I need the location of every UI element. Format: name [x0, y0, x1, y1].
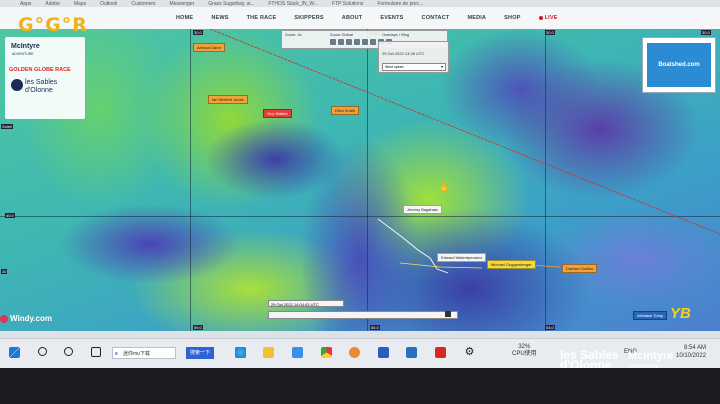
boat-label[interactable]: Jeremy Bagshaw: [403, 205, 442, 214]
time-control: 29 Oct 2022 14:04:43 UTC: [268, 300, 458, 320]
yb-logo: YB: [670, 305, 691, 322]
bookmark[interactable]: Maps: [74, 1, 86, 7]
zoom-label: Zoom: 4x: [285, 32, 302, 37]
overlays-label: Overlays / Wsg: [382, 32, 410, 37]
zoom-value: Zoom Global: [330, 32, 353, 37]
word-icon[interactable]: [378, 347, 389, 358]
cpu-meter: 32% CPU使用: [512, 344, 537, 358]
zoom-in-icon[interactable]: [330, 39, 336, 45]
time-slider[interactable]: [268, 311, 458, 319]
timebar-date: 29 Oct 2022 14:04:43 UTC: [268, 300, 344, 307]
overlay-select-value: Wind speed: [385, 65, 404, 69]
sables-logo: les Sables d'Olonne: [25, 79, 57, 95]
nav-contact[interactable]: CONTACT: [422, 15, 450, 21]
bookmark[interactable]: Customers: [131, 1, 155, 7]
overlay-panel: 29 Oct 2022 14:08 UTC Wind speed ▾: [378, 41, 449, 73]
tracks-layer: [209, 29, 720, 274]
boat-label[interactable]: Arnaud Gane: [193, 43, 225, 52]
app-icon[interactable]: [292, 347, 303, 358]
boat-label[interactable]: Elliot Smith: [331, 106, 360, 115]
windy-brand[interactable]: Windy.com: [10, 314, 52, 323]
sables-line-2: d'Olonne: [25, 87, 53, 94]
photos-icon[interactable]: [406, 347, 417, 358]
bookmark[interactable]: Grass Sugarbay, w...: [208, 1, 254, 7]
settings-icon[interactable]: ⚙: [464, 347, 475, 358]
search-icon[interactable]: [38, 347, 47, 356]
bookmark[interactable]: FTP Solutions: [332, 1, 363, 7]
boat-label[interactable]: Damien Guillou: [562, 264, 598, 273]
boat-label[interactable]: Michael Guggenberger: [487, 260, 536, 269]
cortana-icon[interactable]: [64, 347, 73, 356]
nav-media[interactable]: MEDIA: [467, 15, 486, 21]
fullscreen-icon[interactable]: [346, 39, 352, 45]
bookmark[interactable]: Formulaire de prec...: [377, 1, 423, 7]
overlay-select[interactable]: Wind speed ▾: [382, 63, 446, 71]
cpu-percent: 32%: [518, 344, 531, 350]
bookmark[interactable]: Adobe: [45, 1, 59, 7]
ggr-brand-panel: McIntyre ADVENTURE GOLDEN GLOBE RACE les…: [5, 37, 85, 119]
bookmark[interactable]: FTHOS Slack_IN_W...: [268, 1, 318, 7]
nav-news[interactable]: NEWS: [211, 15, 228, 21]
nav-skippers[interactable]: SKIPPERS: [294, 15, 323, 21]
overlay-time: 29 Oct 2022 14:08 UTC: [382, 51, 425, 56]
windy-logo-icon: [0, 315, 8, 323]
boat-label[interactable]: Guy Waites: [263, 109, 292, 118]
live-dot-icon: [538, 15, 543, 20]
bookmark[interactable]: Apps: [20, 1, 31, 7]
app-icon[interactable]: [349, 347, 360, 358]
tracks-icon[interactable]: [370, 39, 376, 45]
boat-label[interactable]: Abhilash Tomy: [633, 311, 667, 320]
race-tracker-map[interactable]: 30.0 30.0 30.0 30.0 Soleil 40.0 30 59.0 …: [0, 29, 720, 331]
e-browser-icon: e: [115, 351, 118, 357]
task-view-icon[interactable]: [91, 347, 101, 357]
photo-desk-area: [0, 368, 720, 404]
mcintyre-sub: ADVENTURE: [12, 52, 34, 56]
watermark-mcintyre: McIntyre: [628, 350, 674, 362]
browser-bottom-edge: [0, 331, 720, 338]
layers-icon[interactable]: [354, 39, 360, 45]
edge-icon[interactable]: [235, 347, 246, 358]
boat-label[interactable]: Ian Herbert Jones: [208, 95, 248, 104]
nav-home[interactable]: HOME: [176, 15, 193, 21]
labels-icon[interactable]: [362, 39, 368, 45]
zoom-out-icon[interactable]: [338, 39, 344, 45]
time-slider-handle[interactable]: [445, 311, 451, 317]
nav-live-label: LIVE: [544, 15, 558, 21]
sables-line-1: les Sables: [25, 79, 58, 86]
site-navigation: HOME NEWS THE RACE SKIPPERS ABOUT EVENTS…: [0, 7, 720, 30]
boat-label[interactable]: Edward Walentynowicz: [437, 253, 487, 262]
windows-start-icon[interactable]: [9, 347, 20, 358]
bookmarks-bar: Apps Adobe Maps Outlook Customers Messen…: [0, 0, 720, 7]
bookmark[interactable]: Messenger: [170, 1, 195, 7]
chevron-down-icon: ▾: [440, 64, 443, 69]
hand-cursor-icon: ✋: [439, 182, 451, 192]
search-button[interactable]: 搜索一下: [186, 347, 214, 359]
nav-menu: HOME NEWS THE RACE SKIPPERS ABOUT EVENTS…: [176, 7, 576, 29]
search-text: 迷你mu下载: [123, 351, 150, 357]
clock-date: 10/10/2022: [676, 353, 707, 359]
watermark-sables: les Sables d'Olonne: [560, 349, 619, 371]
chrome-icon[interactable]: [321, 347, 332, 358]
mcintyre-logo: McIntyre: [11, 43, 40, 50]
file-explorer-icon[interactable]: [263, 347, 274, 358]
nav-live[interactable]: LIVE: [538, 15, 558, 21]
taskbar-search-input[interactable]: e 迷你mu下载: [112, 347, 176, 359]
ggr-logo: GOLDEN GLOBE RACE: [9, 67, 71, 73]
taskbar-clock[interactable]: 8:54 AM 10/10/2022: [676, 344, 706, 360]
pdf-icon[interactable]: [435, 347, 446, 358]
nav-shop[interactable]: SHOP: [504, 15, 520, 21]
bookmark[interactable]: Outlook: [100, 1, 117, 7]
fleet-track: [377, 218, 449, 274]
clock-time: 8:54 AM: [684, 345, 707, 351]
screen: Apps Adobe Maps Outlook Customers Messen…: [0, 0, 720, 404]
sponsor-panel[interactable]: Boatshed.com: [642, 37, 716, 93]
nav-about[interactable]: ABOUT: [342, 15, 363, 21]
boatshed-logo: Boatshed.com: [647, 43, 711, 87]
boat-track: [399, 262, 483, 269]
nav-events[interactable]: EVENTS: [380, 15, 403, 21]
nav-the-race[interactable]: THE RACE: [247, 15, 277, 21]
sables-emblem-icon: [11, 79, 23, 91]
cpu-label: CPU使用: [512, 351, 537, 357]
ggr-site-logo[interactable]: G°G°R: [18, 14, 88, 36]
